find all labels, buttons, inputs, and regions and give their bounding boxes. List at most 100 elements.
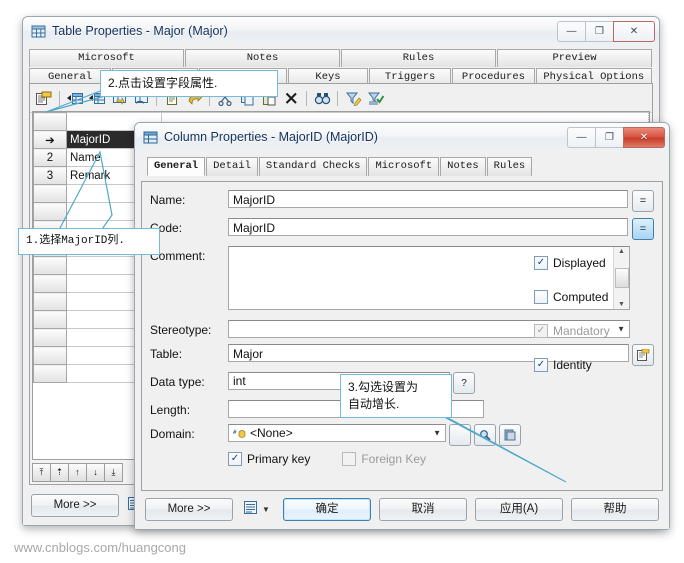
- row-header[interactable]: [33, 202, 67, 221]
- primary-key-checkbox[interactable]: ✓ Primary key: [228, 452, 310, 466]
- mandatory-checkbox: ✓ Mandatory: [534, 324, 652, 338]
- row-header[interactable]: [33, 364, 67, 383]
- identity-checkbox[interactable]: ✓ Identity: [534, 358, 652, 372]
- row-header[interactable]: [33, 256, 67, 275]
- foreign-key-label: Foreign Key: [361, 452, 427, 466]
- row-header[interactable]: [33, 310, 67, 329]
- nav-first-button[interactable]: ⤒: [32, 462, 51, 482]
- domain-find-button[interactable]: [474, 424, 496, 446]
- mandatory-label: Mandatory: [553, 324, 610, 338]
- row-header[interactable]: [33, 184, 67, 203]
- delete-icon[interactable]: [281, 89, 301, 108]
- row-header[interactable]: 3: [33, 166, 67, 185]
- row-header[interactable]: 2: [33, 148, 67, 167]
- code-field-row: Code: MajorID =: [150, 218, 654, 240]
- domain-label: Domain:: [150, 427, 195, 441]
- row-header[interactable]: ➔: [33, 130, 67, 149]
- find-icon[interactable]: [312, 89, 332, 108]
- maximize-button[interactable]: ❐: [585, 20, 614, 42]
- tab-rules[interactable]: Rules: [486, 157, 533, 176]
- insert-row-icon[interactable]: [65, 89, 85, 108]
- screenshot-root: Table Properties - Major (Major) — ❐ ✕ M…: [0, 0, 684, 563]
- general-tab-panel: Name: MajorID = Code: MajorID = Comment:…: [141, 181, 663, 491]
- cancel-button[interactable]: 取消: [379, 498, 467, 521]
- column-properties-body: General Detail Standard Checks Microsoft…: [135, 151, 669, 529]
- report-dropdown[interactable]: ▼: [243, 500, 270, 520]
- more-button[interactable]: More >>: [31, 494, 119, 517]
- close-button[interactable]: ✕: [613, 20, 655, 42]
- apply-button[interactable]: 应用(A): [475, 498, 563, 521]
- tab-detail[interactable]: Detail: [206, 157, 258, 176]
- tab-rules[interactable]: Rules: [341, 49, 496, 67]
- watermark-text: www.cnblogs.com/huangcong: [14, 540, 186, 555]
- domain-new-button[interactable]: [449, 424, 471, 446]
- tab-general[interactable]: General: [147, 157, 206, 176]
- column-properties-title: Column Properties - MajorID (MajorID): [164, 130, 378, 144]
- tab-microsoft[interactable]: Microsoft: [29, 49, 184, 67]
- more-button[interactable]: More >>: [145, 498, 233, 521]
- toolbar-separator: [337, 90, 338, 106]
- nav-up-button[interactable]: ↑: [68, 462, 87, 482]
- domain-value: <None>: [250, 426, 293, 440]
- column-tabs: General Detail Standard Checks Microsoft…: [141, 157, 663, 176]
- tab-preview[interactable]: Preview: [497, 49, 652, 67]
- maximize-button[interactable]: ❐: [595, 126, 624, 148]
- length-input[interactable]: [228, 400, 346, 418]
- displayed-checkbox[interactable]: ✓ Displayed: [534, 256, 652, 270]
- help-button[interactable]: 帮助: [571, 498, 659, 521]
- minimize-button[interactable]: —: [567, 126, 596, 148]
- name-equals-button[interactable]: =: [632, 190, 654, 212]
- table-properties-titlebar[interactable]: Table Properties - Major (Major) — ❐ ✕: [23, 17, 659, 46]
- column-props-icon: [143, 130, 158, 145]
- datatype-label: Data type:: [150, 375, 205, 389]
- displayed-label: Displayed: [553, 256, 606, 270]
- column-properties-titlebar[interactable]: Column Properties - MajorID (MajorID) — …: [135, 123, 669, 152]
- properties-icon[interactable]: [34, 89, 54, 108]
- row-header[interactable]: [33, 328, 67, 347]
- name-label: Name:: [150, 193, 186, 207]
- datatype-value: int: [233, 374, 246, 388]
- nav-prev-page-button[interactable]: ⇡: [50, 462, 69, 482]
- domain-properties-button[interactable]: [499, 424, 521, 446]
- name-input[interactable]: MajorID: [228, 190, 628, 208]
- checkbox-box: [534, 290, 548, 304]
- tab-notes[interactable]: Notes: [185, 49, 340, 67]
- toolbar-separator: [59, 90, 60, 106]
- tab-microsoft[interactable]: Microsoft: [368, 157, 440, 176]
- table-grid-icon: [31, 24, 46, 39]
- nav-down-button[interactable]: ↓: [86, 462, 105, 482]
- apply-filter-icon[interactable]: [365, 89, 385, 108]
- computed-label: Computed: [553, 290, 609, 304]
- tab-standard-checks[interactable]: Standard Checks: [258, 157, 368, 176]
- edit-filter-icon[interactable]: [343, 89, 363, 108]
- stereotype-label: Stereotype:: [150, 323, 212, 337]
- toolbar-separator: [306, 90, 307, 106]
- svg-text:#: #: [233, 429, 237, 436]
- column-dialog-footer: More >> ▼ 确定 取消 应用(A) 帮助: [145, 498, 659, 521]
- ok-button[interactable]: 确定: [283, 498, 371, 521]
- code-equals-button[interactable]: =: [632, 218, 654, 240]
- domain-combo[interactable]: # <None> ▼: [228, 424, 446, 442]
- table-window-footer: More >>: [31, 494, 142, 517]
- row-header[interactable]: [33, 112, 67, 131]
- nav-last-button[interactable]: ⤓: [104, 462, 123, 482]
- tab-notes[interactable]: Notes: [440, 157, 486, 176]
- minimize-button[interactable]: —: [557, 20, 586, 42]
- row-header[interactable]: [33, 292, 67, 311]
- row-header[interactable]: [33, 346, 67, 365]
- close-button[interactable]: ✕: [623, 126, 665, 148]
- scroll-up-icon[interactable]: ▲: [618, 248, 625, 255]
- key-checkboxes-spacer: [150, 452, 228, 455]
- length-label: Length:: [150, 403, 191, 417]
- datatype-help-button[interactable]: ?: [453, 372, 475, 394]
- chevron-down-icon[interactable]: ▼: [262, 505, 270, 514]
- domain-field-row: Domain: # <None> ▼: [150, 424, 654, 446]
- table-tabs-row-1: Microsoft Notes Rules Preview: [27, 49, 655, 67]
- code-input[interactable]: MajorID: [228, 218, 628, 236]
- list-report-icon[interactable]: [243, 500, 258, 520]
- column-properties-window: Column Properties - MajorID (MajorID) — …: [134, 122, 670, 530]
- column-window-controls: — ❐ ✕: [567, 126, 665, 148]
- row-header[interactable]: [33, 274, 67, 293]
- checkbox-box: ✓: [534, 324, 548, 338]
- computed-checkbox[interactable]: Computed: [534, 290, 652, 304]
